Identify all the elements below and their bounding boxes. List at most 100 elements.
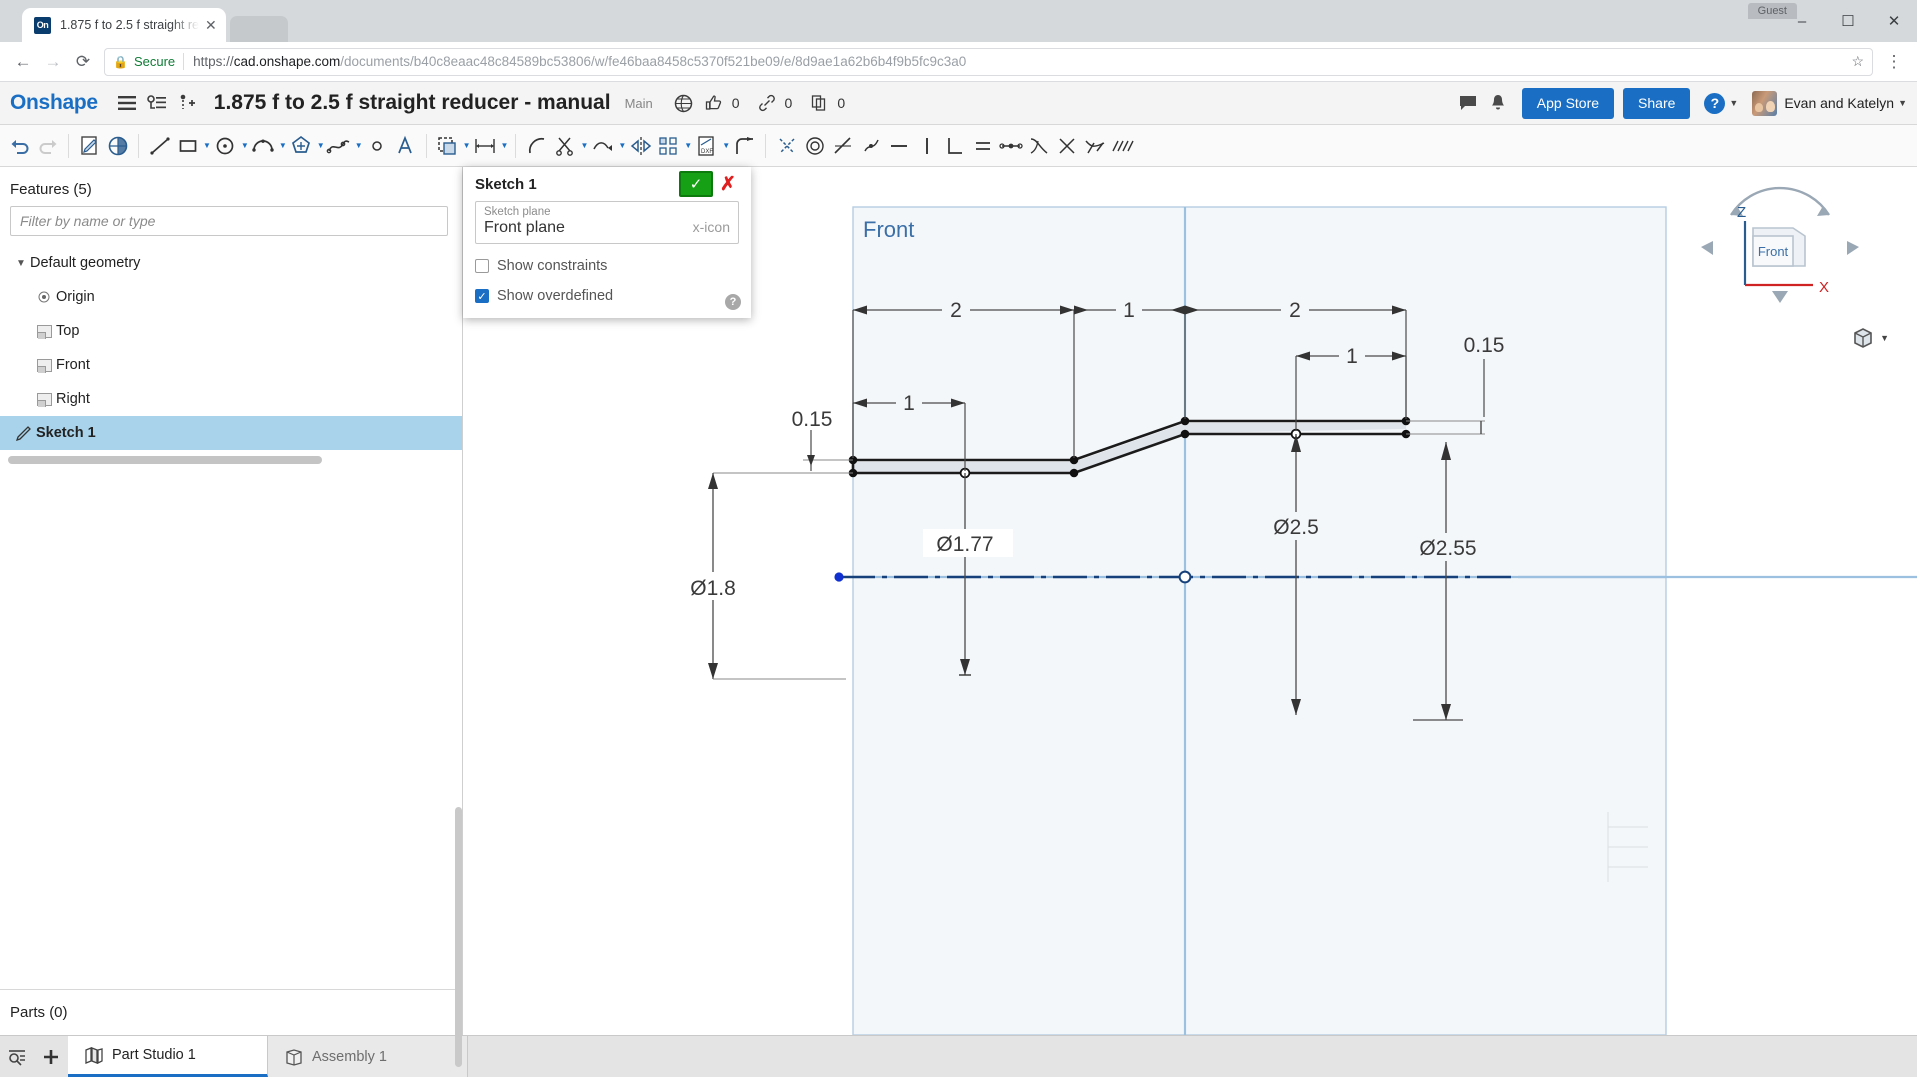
mirror-icon[interactable] <box>627 129 654 163</box>
curvature-icon[interactable] <box>1025 129 1052 163</box>
back-icon[interactable]: ← <box>8 47 38 77</box>
plane-sketch-icon[interactable] <box>104 129 131 163</box>
rectangle-icon[interactable] <box>174 129 201 163</box>
text-icon[interactable] <box>392 129 419 163</box>
document-title[interactable]: 1.875 f to 2.5 f straight reducer - manu… <box>214 91 611 115</box>
show-constraints-row[interactable]: Show constraints <box>475 258 739 274</box>
linear-pattern-icon[interactable] <box>655 129 682 163</box>
dxf-import-icon[interactable]: DXF <box>693 129 720 163</box>
browser-menu-icon[interactable]: ⋮ <box>1879 47 1909 77</box>
hatch-icon[interactable] <box>1109 129 1137 163</box>
concentric-icon[interactable] <box>801 129 828 163</box>
chevron-down-icon[interactable]: ▼ <box>684 141 692 150</box>
comment-icon[interactable] <box>1453 88 1483 118</box>
chevron-down-icon[interactable]: ▼ <box>317 141 325 150</box>
menu-icon[interactable] <box>112 88 142 118</box>
thumbs-up-icon[interactable] <box>699 88 729 118</box>
tree-item-default-geometry[interactable]: ▼ Default geometry <box>0 246 462 280</box>
view-orientation-widget[interactable]: Front Z X <box>1695 185 1865 315</box>
tree-horizontal-scrollbar[interactable] <box>8 456 322 464</box>
fillet-icon[interactable] <box>731 129 758 163</box>
sketch-accept-button[interactable]: ✓ <box>679 171 713 197</box>
window-close-icon[interactable]: ✕ <box>1871 0 1917 42</box>
help-icon[interactable]: ? <box>725 294 741 310</box>
help-menu[interactable]: ? ▼ <box>1704 92 1738 114</box>
copy-icon[interactable] <box>804 88 834 118</box>
chevron-down-icon[interactable]: ▼ <box>12 258 30 269</box>
tab-part-studio-1[interactable]: Part Studio 1 <box>68 1036 268 1077</box>
chevron-down-icon[interactable]: ▼ <box>203 141 211 150</box>
circle-icon[interactable] <box>212 129 239 163</box>
extend-icon[interactable] <box>589 129 616 163</box>
chevron-down-icon[interactable]: ▼ <box>722 141 730 150</box>
show-overdefined-checkbox[interactable]: ✓ <box>475 289 489 303</box>
chevron-down-icon[interactable]: ▼ <box>618 141 626 150</box>
redo-icon[interactable] <box>34 129 61 163</box>
polygon-icon[interactable] <box>288 129 315 163</box>
onshape-logo[interactable]: Onshape <box>10 91 98 115</box>
chevron-down-icon[interactable]: ▼ <box>580 141 588 150</box>
browser-tab[interactable]: On 1.875 f to 2.5 f straight re ✕ <box>22 8 226 42</box>
insert-icon[interactable] <box>172 88 202 118</box>
normal-icon[interactable] <box>1081 129 1108 163</box>
coincident-icon[interactable] <box>857 129 884 163</box>
share-button[interactable]: Share <box>1623 87 1691 119</box>
close-icon[interactable]: ✕ <box>205 17 217 34</box>
arc-offset-icon[interactable] <box>523 129 550 163</box>
new-tab-button[interactable] <box>229 16 288 42</box>
show-constraints-checkbox[interactable] <box>475 259 489 273</box>
symmetric-icon[interactable] <box>1053 129 1080 163</box>
bell-icon[interactable] <box>1483 88 1513 118</box>
feature-filter-input[interactable] <box>10 206 448 236</box>
tree-item-origin[interactable]: Origin <box>0 280 462 314</box>
undo-icon[interactable] <box>6 129 33 163</box>
link-count[interactable]: 0 <box>752 88 792 118</box>
display-style-button[interactable]: ▼ <box>1850 325 1889 351</box>
arc-icon[interactable] <box>250 129 277 163</box>
clear-selection-icon[interactable]: x-icon <box>693 219 730 237</box>
forward-icon[interactable]: → <box>38 47 68 77</box>
construction-icon[interactable] <box>773 129 800 163</box>
midpoint-icon[interactable] <box>997 129 1024 163</box>
tree-item-sketch-1[interactable]: Sketch 1 <box>0 416 462 450</box>
reload-icon[interactable]: ⟳ <box>68 47 98 77</box>
tangent-icon[interactable] <box>829 129 856 163</box>
minimize-icon[interactable]: – <box>1779 0 1825 42</box>
link-icon[interactable] <box>752 88 782 118</box>
line-icon[interactable] <box>146 129 173 163</box>
perpendicular-icon[interactable] <box>941 129 968 163</box>
spline-icon[interactable] <box>326 129 353 163</box>
chevron-down-icon[interactable]: ▼ <box>241 141 249 150</box>
panel-vertical-scrollbar[interactable] <box>455 807 462 1067</box>
point-icon[interactable] <box>364 129 391 163</box>
app-store-button[interactable]: App Store <box>1521 87 1615 119</box>
tree-item-right[interactable]: Right <box>0 382 462 416</box>
copy-count[interactable]: 0 <box>804 88 845 118</box>
version-graph-icon[interactable] <box>142 88 172 118</box>
chevron-down-icon[interactable]: ▼ <box>463 141 471 150</box>
equal-icon[interactable] <box>969 129 996 163</box>
chevron-down-icon[interactable]: ▼ <box>501 141 509 150</box>
sketch-plane-field[interactable]: Sketch plane Front plane x-icon <box>475 201 739 244</box>
vertical-icon[interactable] <box>913 129 940 163</box>
maximize-icon[interactable]: ☐ <box>1825 0 1871 42</box>
horizontal-icon[interactable] <box>885 129 912 163</box>
tab-assembly-1[interactable]: Assembly 1 <box>268 1036 468 1077</box>
address-bar[interactable]: 🔒 Secure https://cad.onshape.com/documen… <box>104 47 1873 76</box>
trim-icon[interactable] <box>551 129 578 163</box>
tree-item-top[interactable]: Top <box>0 314 462 348</box>
chevron-down-icon[interactable]: ▼ <box>355 141 363 150</box>
dimension-icon[interactable] <box>472 129 499 163</box>
user-menu[interactable]: Evan and Katelyn ▼ <box>1752 90 1907 116</box>
use-projection-icon[interactable] <box>434 129 461 163</box>
show-overdefined-row[interactable]: ✓ Show overdefined <box>475 288 739 304</box>
branch-label[interactable]: Main <box>625 96 653 111</box>
sketch-icon[interactable] <box>76 129 103 163</box>
sketch-cancel-button[interactable]: ✗ <box>713 171 743 197</box>
tree-item-front[interactable]: Front <box>0 348 462 382</box>
chevron-down-icon[interactable]: ▼ <box>279 141 287 150</box>
bookmark-star-icon[interactable]: ☆ <box>1851 53 1864 70</box>
thumbs-up-count[interactable]: 0 <box>699 88 740 118</box>
tab-filter-icon[interactable] <box>0 1036 34 1077</box>
add-tab-button[interactable] <box>34 1036 68 1077</box>
